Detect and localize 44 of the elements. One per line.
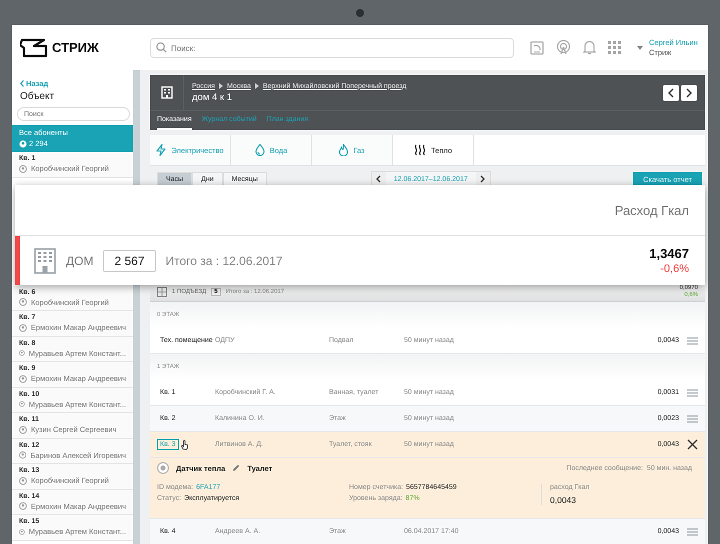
camera-dot [356, 9, 364, 17]
usage-value: 0,0043 [550, 495, 577, 505]
sidebar-title: Объект [19, 90, 56, 102]
chevron-right-icon [254, 83, 259, 89]
menu-icon[interactable] [687, 528, 698, 536]
menu-icon[interactable] [687, 388, 698, 396]
chevron-right-icon [686, 88, 692, 98]
heat-waves-icon [414, 144, 426, 156]
antenna-icon[interactable] [556, 40, 571, 55]
apps-grid-icon[interactable] [608, 41, 621, 54]
previous-date-button[interactable] [372, 172, 386, 186]
pencil-icon[interactable] [232, 464, 240, 472]
water-drop-icon [254, 144, 265, 156]
flame-icon [339, 144, 348, 156]
close-icon[interactable] [687, 439, 698, 450]
chevron-left-icon [376, 175, 382, 183]
building-icon [160, 86, 172, 99]
search-icon [156, 42, 167, 53]
search-field[interactable]: Поиск: [150, 38, 514, 58]
building-title: дом 4 к 1 [192, 92, 233, 102]
house-label: ДОМ [66, 254, 94, 268]
count-badge: 2 567 [103, 250, 156, 272]
next-button[interactable] [681, 84, 697, 100]
total-label: Итого за : 12.06.2017 [166, 254, 283, 268]
logo-text: СТРИЖ [52, 40, 99, 55]
next-date-button[interactable] [476, 172, 490, 186]
menu-icon[interactable] [687, 336, 698, 344]
chevron-right-icon [480, 175, 486, 183]
meter-icon[interactable] [530, 40, 544, 54]
menu-icon[interactable] [687, 414, 698, 422]
previous-button[interactable] [663, 84, 679, 100]
building-icon [34, 248, 56, 274]
chevron-right-icon [218, 83, 223, 89]
total-value: 1,3467 [649, 246, 689, 261]
chevron-left-icon [20, 80, 24, 87]
hand-cursor-icon [180, 440, 189, 450]
radio-icon [157, 462, 169, 474]
bell-icon[interactable] [583, 40, 596, 55]
caret-icon[interactable] [637, 46, 643, 50]
change-percent: -0,6% [660, 263, 689, 275]
lightning-icon [156, 144, 166, 156]
chevron-left-icon [668, 88, 674, 98]
column-header: Расход Гкал [614, 202, 689, 218]
expand-square-icon [157, 287, 167, 297]
